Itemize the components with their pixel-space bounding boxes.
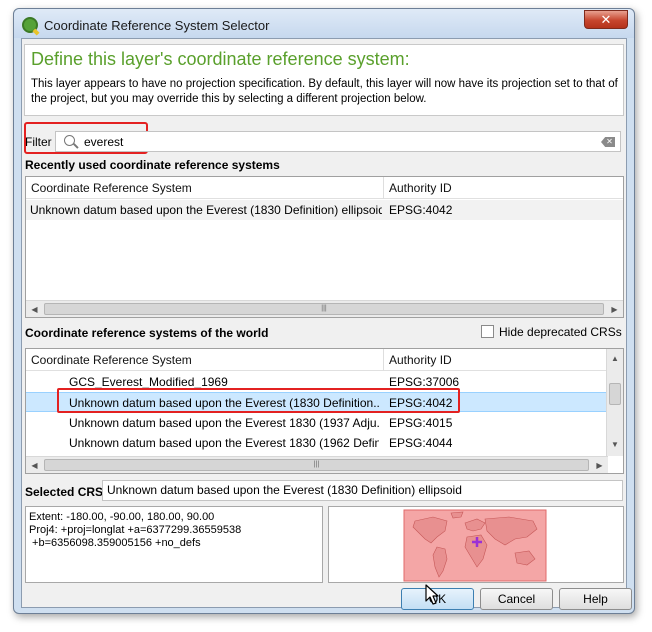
filter-input[interactable]: everest ✕ (55, 131, 621, 152)
clear-icon[interactable]: ✕ (601, 137, 615, 147)
world-table-header: Coordinate Reference System Authority ID (26, 349, 607, 371)
recent-row-id: EPSG:4042 (389, 203, 453, 217)
header-panel: Define this layer's coordinate reference… (24, 44, 624, 116)
recent-crs-table[interactable]: Coordinate Reference System Authority ID… (25, 176, 624, 318)
scroll-down-icon[interactable]: ▼ (607, 437, 623, 451)
recent-horizontal-scrollbar[interactable]: ◀ ||| ▶ (26, 300, 623, 317)
crs-selector-dialog: Coordinate Reference System Selector ✕ D… (13, 8, 635, 614)
selected-crs-field: Unknown datum based upon the Everest (18… (102, 480, 623, 501)
proj4-text-line1: Proj4: +proj=longlat +a=6377299.36559538 (29, 524, 242, 536)
recent-crs-label: Recently used coordinate reference syste… (25, 158, 280, 172)
header-description: This layer appears to have no projection… (31, 78, 618, 105)
filter-value: everest (84, 135, 124, 149)
title-bar[interactable]: Coordinate Reference System Selector ✕ (14, 9, 634, 38)
table-row[interactable]: Unknown datum based upon the Everest (18… (26, 200, 623, 220)
scroll-left-icon[interactable]: ◀ (26, 457, 43, 473)
table-row[interactable]: Unknown datum based upon the Everest 183… (26, 433, 607, 453)
world-horizontal-scrollbar[interactable]: ◀ ||| ▶ (26, 456, 608, 473)
world-row-crs: Unknown datum based upon the Everest 183… (69, 416, 379, 430)
table-row[interactable]: Unknown datum based upon the Everest 183… (26, 413, 607, 433)
recent-row-crs: Unknown datum based upon the Everest (18… (30, 203, 382, 217)
world-col-crs[interactable]: Coordinate Reference System (26, 349, 384, 371)
world-map-icon (403, 509, 547, 582)
hide-deprecated-label[interactable]: Hide deprecated CRSs (499, 325, 622, 339)
recent-table-header: Coordinate Reference System Authority ID (26, 177, 623, 199)
selected-crs-label: Selected CRS (25, 485, 104, 499)
extent-text: Extent: -180.00, -90.00, 180.00, 90.00 (29, 511, 215, 523)
world-crs-label: Coordinate reference systems of the worl… (25, 326, 269, 340)
selected-row-highlight (57, 388, 460, 413)
dialog-body: Define this layer's coordinate reference… (21, 38, 632, 610)
close-button[interactable]: ✕ (584, 10, 628, 29)
world-row-id: EPSG:4015 (389, 416, 453, 430)
filter-label: Filter (25, 135, 52, 149)
scroll-up-icon[interactable]: ▲ (607, 351, 623, 365)
header-title: Define this layer's coordinate reference… (31, 49, 410, 69)
search-icon (64, 135, 75, 146)
scroll-right-icon[interactable]: ▶ (606, 301, 623, 317)
crs-details: Extent: -180.00, -90.00, 180.00, 90.00 P… (25, 506, 323, 583)
window-title: Coordinate Reference System Selector (44, 18, 270, 33)
proj4-text-line2: +b=6356098.359005156 +no_defs (29, 537, 201, 549)
recent-col-crs[interactable]: Coordinate Reference System (26, 177, 384, 199)
world-vertical-scrollbar[interactable]: ▲ ▼ (606, 349, 623, 456)
qgis-logo-icon (22, 17, 38, 33)
recent-col-authority[interactable]: Authority ID (384, 177, 623, 199)
hide-deprecated-checkbox[interactable] (481, 325, 494, 338)
world-col-authority[interactable]: Authority ID (384, 349, 607, 371)
world-row-id: EPSG:4044 (389, 436, 453, 450)
world-row-crs: Unknown datum based upon the Everest 183… (69, 436, 379, 450)
help-button[interactable]: Help (559, 588, 632, 610)
extent-map-preview (328, 506, 624, 583)
scroll-thumb[interactable]: ||| (44, 303, 604, 315)
scroll-thumb[interactable]: ||| (44, 459, 589, 471)
mouse-pointer-icon (425, 584, 439, 605)
scroll-right-icon[interactable]: ▶ (591, 457, 608, 473)
cancel-button[interactable]: Cancel (480, 588, 553, 610)
scroll-thumb[interactable] (609, 383, 621, 405)
scroll-left-icon[interactable]: ◀ (26, 301, 43, 317)
